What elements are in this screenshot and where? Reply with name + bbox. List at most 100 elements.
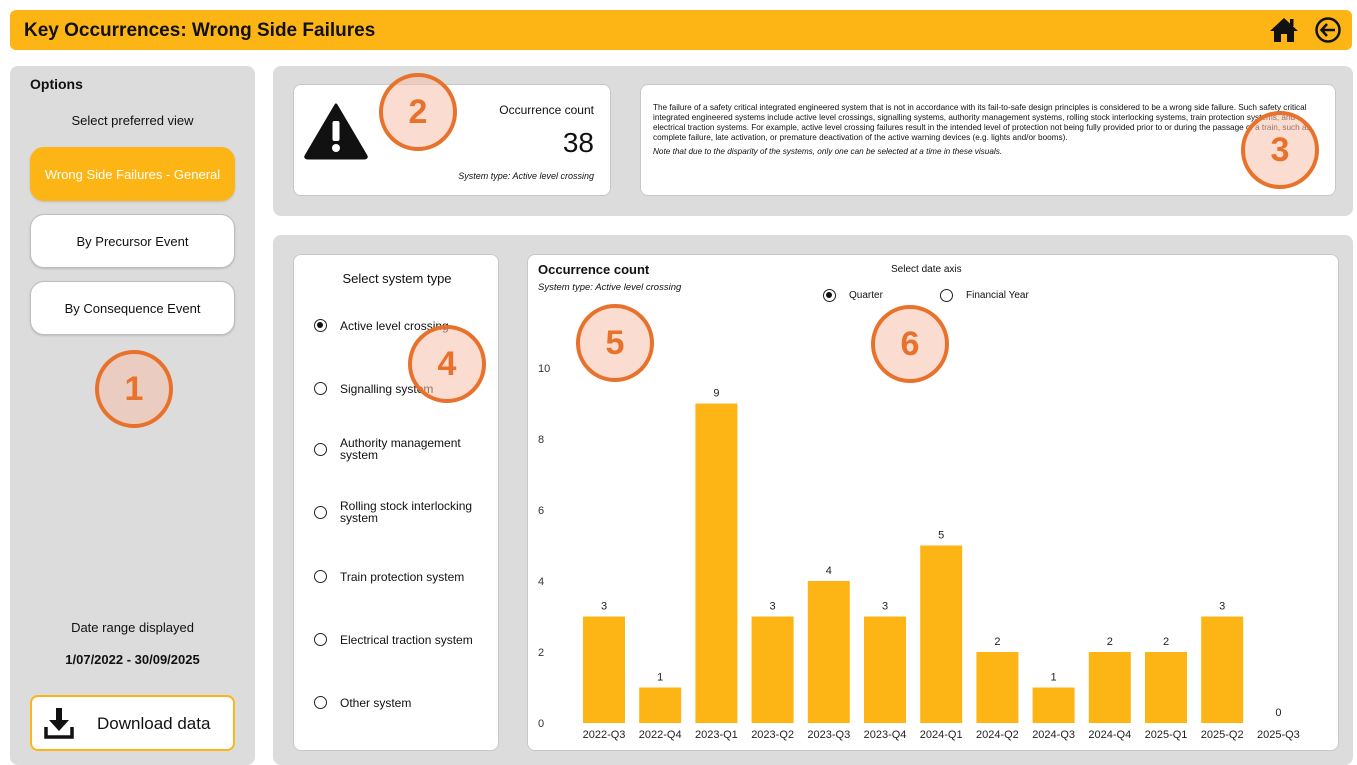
kpi-label: Occurrence count: [499, 103, 594, 117]
system-option-label: Electrical traction system: [340, 632, 473, 647]
bar: [1088, 652, 1131, 723]
x-tick-label: 2023-Q2: [751, 729, 794, 741]
data-label: 3: [1219, 601, 1225, 613]
x-tick-label: 2024-Q3: [1032, 729, 1075, 741]
data-label: 2: [994, 636, 1000, 648]
home-icon[interactable]: [1269, 16, 1299, 44]
bar: [639, 687, 682, 723]
bar: [864, 616, 906, 723]
system-option-label: Other system: [340, 695, 412, 710]
system-type-card: Select system type Active level crossing…: [293, 254, 499, 751]
date-axis-option-label: Financial Year: [966, 290, 1029, 301]
system-option-rolling-stock[interactable]: Rolling stock interlocking system: [314, 500, 489, 524]
data-label: 3: [601, 601, 607, 613]
data-label: 3: [770, 601, 776, 613]
x-tick-label: 2025-Q3: [1257, 729, 1300, 741]
x-tick-label: 2025-Q1: [1145, 729, 1188, 741]
date-axis-option-label: Quarter: [849, 290, 883, 301]
chart-title: Occurrence count: [538, 262, 650, 277]
system-option-electrical-traction[interactable]: Electrical traction system: [314, 633, 499, 646]
x-tick-label: 2022-Q3: [583, 729, 626, 741]
annotation-badge-1: 1: [95, 350, 173, 428]
data-label: 0: [1275, 707, 1281, 719]
download-icon: [44, 707, 74, 739]
x-tick-label: 2023-Q4: [864, 729, 907, 741]
date-range-label: Date range displayed: [71, 620, 194, 635]
description-text: The failure of a safety critical integra…: [653, 103, 1311, 142]
system-option-label: Authority management system: [340, 436, 461, 462]
view-button-general[interactable]: Wrong Side Failures - General: [30, 147, 235, 201]
page-title: Key Occurrences: Wrong Side Failures: [24, 20, 376, 41]
system-option-active-level-crossing[interactable]: Active level crossing: [314, 319, 499, 332]
radio-icon: [314, 319, 327, 332]
radio-icon: [314, 570, 327, 583]
system-option-label: Rolling stock interlocking system: [340, 499, 473, 525]
bar: [1032, 687, 1075, 723]
system-type-title: Select system type: [342, 271, 452, 286]
bar: [1201, 616, 1244, 723]
chart-subtitle: System type: Active level crossing: [538, 282, 682, 293]
date-range-value: 1/07/2022 - 30/09/2025: [65, 652, 200, 667]
warning-icon: [303, 102, 369, 160]
download-label: Download data: [97, 714, 211, 733]
kpi-value: 38: [562, 127, 594, 158]
header-bar: Key Occurrences: Wrong Side Failures: [10, 10, 1352, 50]
y-tick-label: 0: [538, 718, 544, 730]
date-axis-option-quarter[interactable]: Quarter: [823, 289, 883, 302]
download-data-button[interactable]: Download data: [30, 695, 235, 751]
description-note: Note that due to the disparity of the sy…: [653, 147, 1003, 156]
data-label: 2: [1163, 636, 1169, 648]
bar: [583, 616, 625, 723]
x-tick-label: 2024-Q1: [920, 729, 963, 741]
annotation-badge-4: 4: [408, 325, 486, 403]
date-axis-option-financial-year[interactable]: Financial Year: [940, 289, 1029, 302]
bar: [695, 403, 738, 723]
x-tick-label: 2025-Q2: [1201, 729, 1244, 741]
y-tick-label: 8: [538, 434, 544, 446]
data-label: 1: [657, 672, 663, 684]
radio-icon: [314, 442, 327, 456]
main-panel: Select system type Active level crossing…: [273, 235, 1353, 765]
data-label: 4: [826, 565, 832, 577]
description-card: The failure of a safety critical integra…: [640, 84, 1336, 196]
view-select-label: Select preferred view: [71, 113, 194, 128]
data-label: 2: [1107, 636, 1113, 648]
radio-icon: [314, 633, 327, 646]
annotation-badge-6: 6: [871, 305, 949, 383]
bar: [920, 545, 963, 723]
data-label: 1: [1051, 672, 1057, 684]
system-option-label: Train protection system: [340, 569, 465, 584]
annotation-badge-5: 5: [576, 304, 654, 382]
system-option-authority-management[interactable]: Authority management system: [314, 437, 474, 461]
radio-icon: [314, 382, 327, 395]
data-label: 5: [938, 530, 944, 542]
view-button-precursor[interactable]: By Precursor Event: [30, 214, 235, 268]
bar: [1145, 652, 1187, 723]
system-option-train-protection[interactable]: Train protection system: [314, 570, 499, 583]
y-tick-label: 4: [538, 576, 544, 588]
radio-icon: [314, 696, 327, 709]
y-tick-label: 6: [538, 505, 544, 517]
system-option-other[interactable]: Other system: [314, 696, 499, 709]
bar: [751, 616, 794, 723]
annotation-badge-3: 3: [1241, 111, 1319, 189]
x-tick-label: 2024-Q2: [976, 729, 1019, 741]
annotation-badge-2: 2: [379, 73, 457, 151]
view-button-consequence[interactable]: By Consequence Event: [30, 281, 235, 335]
x-tick-label: 2022-Q4: [639, 729, 682, 741]
x-tick-label: 2024-Q4: [1088, 729, 1131, 741]
options-title: Options: [30, 76, 83, 92]
radio-icon: [823, 289, 836, 302]
x-tick-label: 2023-Q1: [695, 729, 738, 741]
data-label: 3: [882, 601, 888, 613]
radio-icon: [314, 505, 327, 519]
data-label: 9: [713, 388, 719, 400]
back-arrow-icon[interactable]: [1313, 16, 1343, 44]
bar: [807, 581, 850, 723]
radio-icon: [940, 289, 953, 302]
kpi-system-type: System type: Active level crossing: [458, 171, 594, 181]
bar: [976, 652, 1019, 723]
date-axis-title: Select date axis: [891, 264, 962, 275]
x-tick-label: 2023-Q3: [807, 729, 850, 741]
y-tick-label: 10: [538, 363, 550, 375]
